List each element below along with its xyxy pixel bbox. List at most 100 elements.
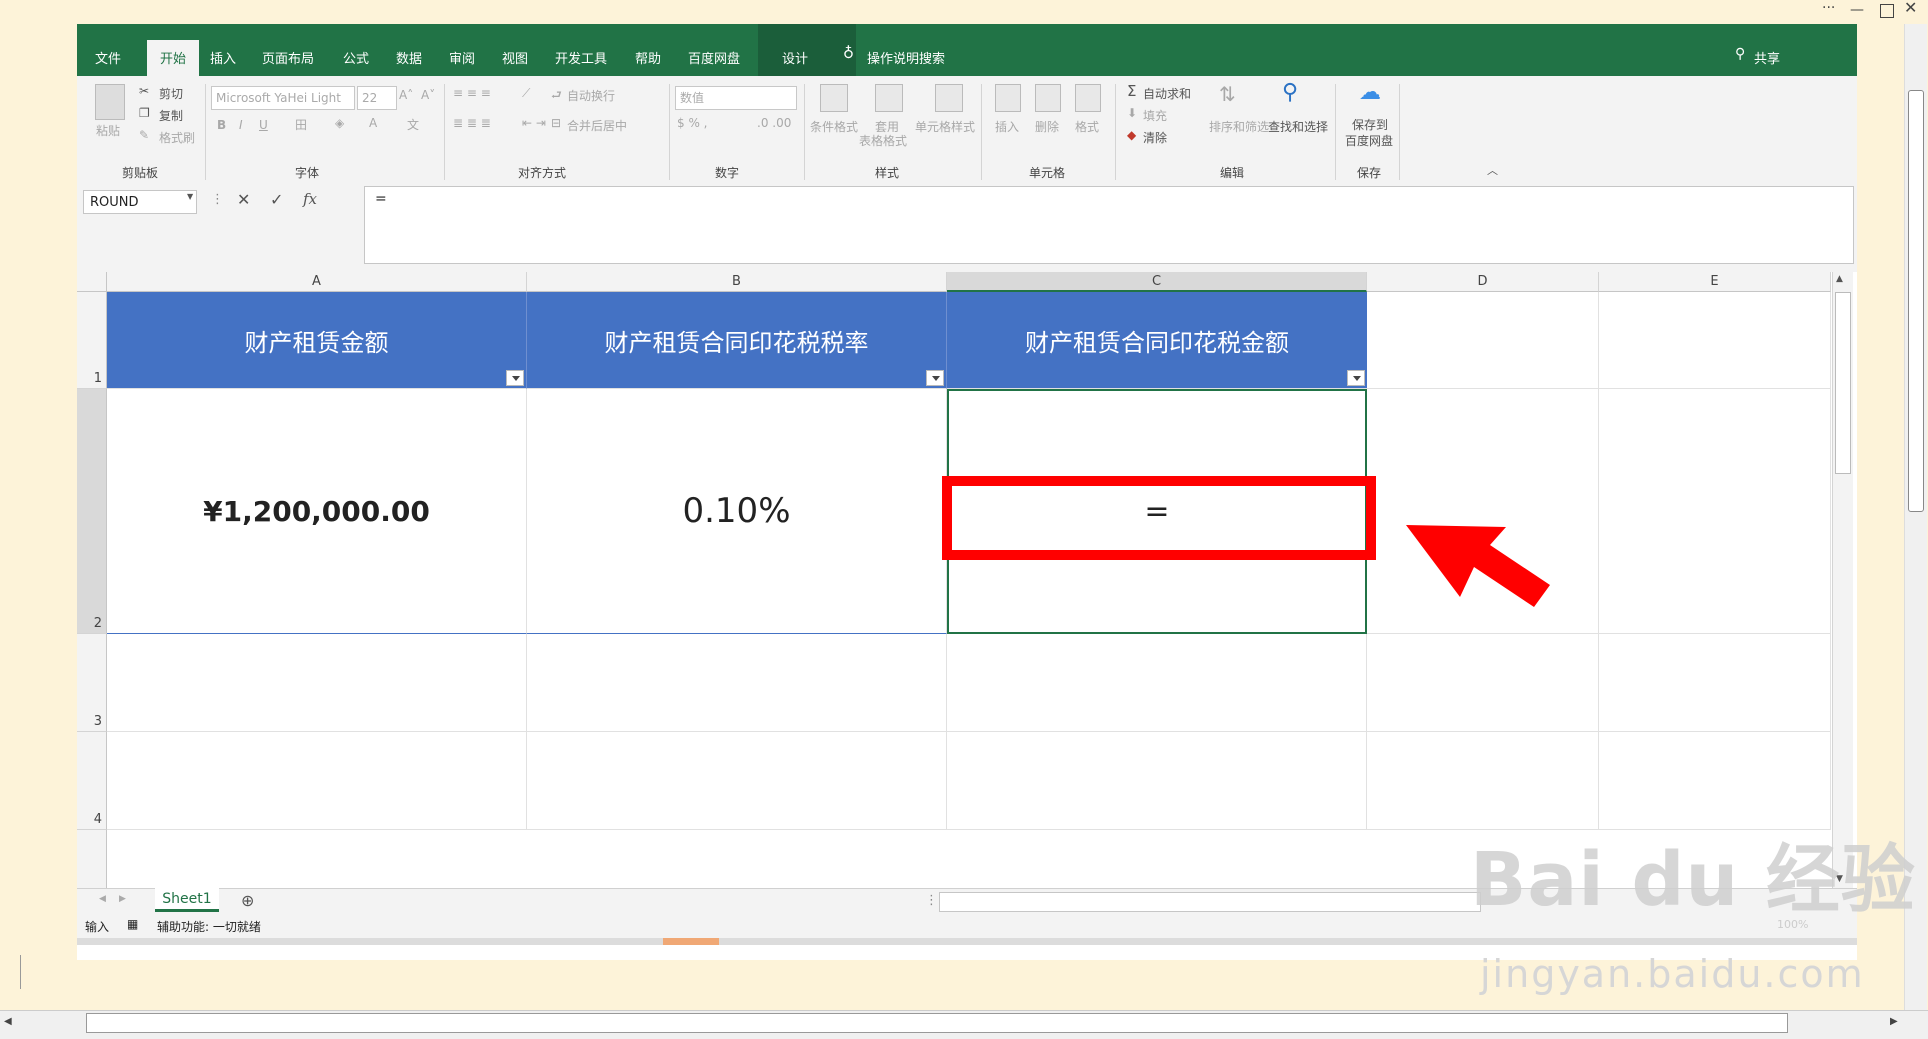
indent-icon[interactable]: ⇤ ⇥ [522, 116, 546, 130]
row-header-5[interactable] [77, 830, 107, 888]
name-box[interactable]: ROUND [83, 190, 197, 214]
save-to-button[interactable]: 保存到 [1352, 116, 1388, 133]
next-sheet-icon[interactable]: ▶ [119, 894, 126, 904]
tab-design[interactable]: 设计 [782, 48, 808, 67]
column-header-d[interactable]: D [1367, 272, 1599, 292]
cell-a3[interactable] [107, 634, 527, 732]
column-header-e[interactable]: E [1599, 272, 1831, 292]
phonetic-icon[interactable]: 文 [407, 116, 419, 133]
scroll-left-arrow-icon[interactable]: ◀ [4, 1016, 12, 1027]
tab-help[interactable]: 帮助 [635, 48, 661, 67]
row-header-1[interactable]: 1 [77, 292, 107, 389]
cell-a2[interactable]: ¥1,200,000.00 [107, 389, 527, 634]
grow-font-icon[interactable]: A˄ [399, 88, 413, 102]
browser-horizontal-scroll-thumb[interactable] [86, 1013, 1788, 1033]
browser-vertical-scroll-thumb[interactable] [1908, 90, 1924, 512]
align-top-icon[interactable]: ≡ ≡ ≡ [453, 86, 491, 100]
table-header-cell[interactable]: 财产租赁合同印花税金额 [947, 292, 1367, 389]
column-header-b[interactable]: B [527, 272, 947, 292]
cell-e2[interactable] [1599, 389, 1831, 634]
sheet-horizontal-scrollbar[interactable] [939, 892, 1481, 912]
minimize-icon[interactable]: — [1850, 2, 1864, 18]
restore-icon[interactable] [1880, 4, 1894, 18]
fill-button[interactable]: 填充 [1143, 107, 1167, 124]
orientation-icon[interactable]: ⟋ [522, 86, 530, 101]
number-format-dropdown[interactable]: 数值 [675, 86, 797, 110]
borders-icon[interactable]: 田 [295, 116, 307, 133]
format-cells-button[interactable]: 格式 [1075, 118, 1099, 135]
tab-file[interactable]: 文件 [95, 48, 121, 67]
cell-c4[interactable] [947, 732, 1367, 830]
share-button[interactable]: 共享 [1754, 48, 1780, 67]
tab-developer[interactable]: 开发工具 [555, 48, 607, 67]
tab-formulas[interactable]: 公式 [343, 48, 369, 67]
insert-function-icon[interactable]: fx [303, 190, 317, 208]
scroll-split-icon[interactable]: ⋮ [925, 893, 938, 908]
cut-button[interactable]: 剪切 [159, 85, 183, 102]
sheet-tab-sheet1[interactable]: Sheet1 [155, 888, 219, 912]
font-size-dropdown[interactable]: 22 [357, 86, 397, 110]
find-select-button[interactable]: 查找和选择 [1268, 118, 1328, 135]
tab-view[interactable]: 视图 [502, 48, 528, 67]
row-header-2[interactable]: 2 [77, 389, 107, 634]
cell-a4[interactable] [107, 732, 527, 830]
delete-cells-button[interactable]: 删除 [1035, 118, 1059, 135]
cell-d3[interactable] [1367, 634, 1599, 732]
cell-c3[interactable] [947, 634, 1367, 732]
clear-button[interactable]: 清除 [1143, 129, 1167, 146]
decimal-icon[interactable]: .0 .00 [757, 116, 791, 130]
close-icon[interactable]: ✕ [1904, 0, 1917, 17]
confirm-entry-icon[interactable]: ✓ [270, 190, 283, 209]
tab-home[interactable]: 开始 [147, 40, 199, 76]
tab-baidu-netdisk[interactable]: 百度网盘 [688, 48, 740, 67]
cell-b2[interactable]: 0.10% [527, 389, 947, 634]
cell-d4[interactable] [1367, 732, 1599, 830]
tell-me-search[interactable]: 操作说明搜索 [867, 48, 945, 67]
cell-e3[interactable] [1599, 634, 1831, 732]
paste-button[interactable]: 粘贴 [96, 122, 120, 139]
accounting-format-icon[interactable]: $ % , [677, 116, 707, 130]
paste-icon[interactable] [95, 84, 125, 120]
row-header-4[interactable]: 4 [77, 732, 107, 830]
scroll-up-icon[interactable]: ▲ [1836, 274, 1843, 284]
tab-review[interactable]: 审阅 [449, 48, 475, 67]
table-header-cell[interactable]: 财产租赁金额 [107, 292, 527, 389]
underline-icon[interactable]: U [259, 118, 268, 132]
column-header-c[interactable]: C [947, 272, 1367, 292]
macro-record-icon[interactable]: ▦ [127, 917, 138, 931]
italic-icon[interactable]: I [239, 118, 243, 132]
more-icon[interactable]: ··· [1822, 0, 1835, 16]
cell-b3[interactable] [527, 634, 947, 732]
cell-e4[interactable] [1599, 732, 1831, 830]
cell-b4[interactable] [527, 732, 947, 830]
prev-sheet-icon[interactable]: ◀ [99, 894, 106, 904]
sheet-vertical-scroll-thumb[interactable] [1835, 292, 1851, 474]
accessibility-status[interactable]: 辅助功能: 一切就绪 [157, 918, 261, 935]
fill-color-icon[interactable]: ◈ [335, 116, 344, 130]
sort-filter-button[interactable]: 排序和筛选 [1209, 118, 1269, 135]
format-painter-button[interactable]: 格式刷 [159, 129, 195, 146]
tab-page-layout[interactable]: 页面布局 [262, 48, 314, 67]
filter-dropdown-icon[interactable] [1347, 370, 1365, 386]
filter-dropdown-icon[interactable] [506, 370, 524, 386]
collapse-ribbon-icon[interactable]: ︿ [1487, 162, 1498, 178]
column-header-a[interactable]: A [107, 272, 527, 292]
name-box-dropdown-icon[interactable]: ▼ [187, 192, 193, 201]
filter-dropdown-icon[interactable] [926, 370, 944, 386]
tab-insert[interactable]: 插入 [210, 48, 236, 67]
select-all-button[interactable] [77, 272, 107, 292]
shrink-font-icon[interactable]: A˅ [421, 88, 435, 102]
wrap-text-button[interactable]: 自动换行 [567, 87, 615, 104]
cell-styles-button[interactable]: 单元格样式 [915, 118, 975, 135]
autosum-button[interactable]: 自动求和 [1143, 85, 1191, 102]
cell-e1[interactable] [1599, 292, 1831, 389]
add-sheet-icon[interactable]: ⊕ [241, 891, 254, 910]
conditional-format-button[interactable]: 条件格式 [810, 118, 858, 135]
insert-cells-button[interactable]: 插入 [995, 118, 1019, 135]
row-header-3[interactable]: 3 [77, 634, 107, 732]
cell-d1[interactable] [1367, 292, 1599, 389]
font-name-dropdown[interactable]: Microsoft YaHei Light [211, 86, 355, 110]
merge-center-button[interactable]: 合并后居中 [567, 117, 627, 134]
cancel-entry-icon[interactable]: ✕ [237, 190, 250, 209]
scroll-right-arrow-icon[interactable]: ▶ [1890, 1016, 1898, 1027]
